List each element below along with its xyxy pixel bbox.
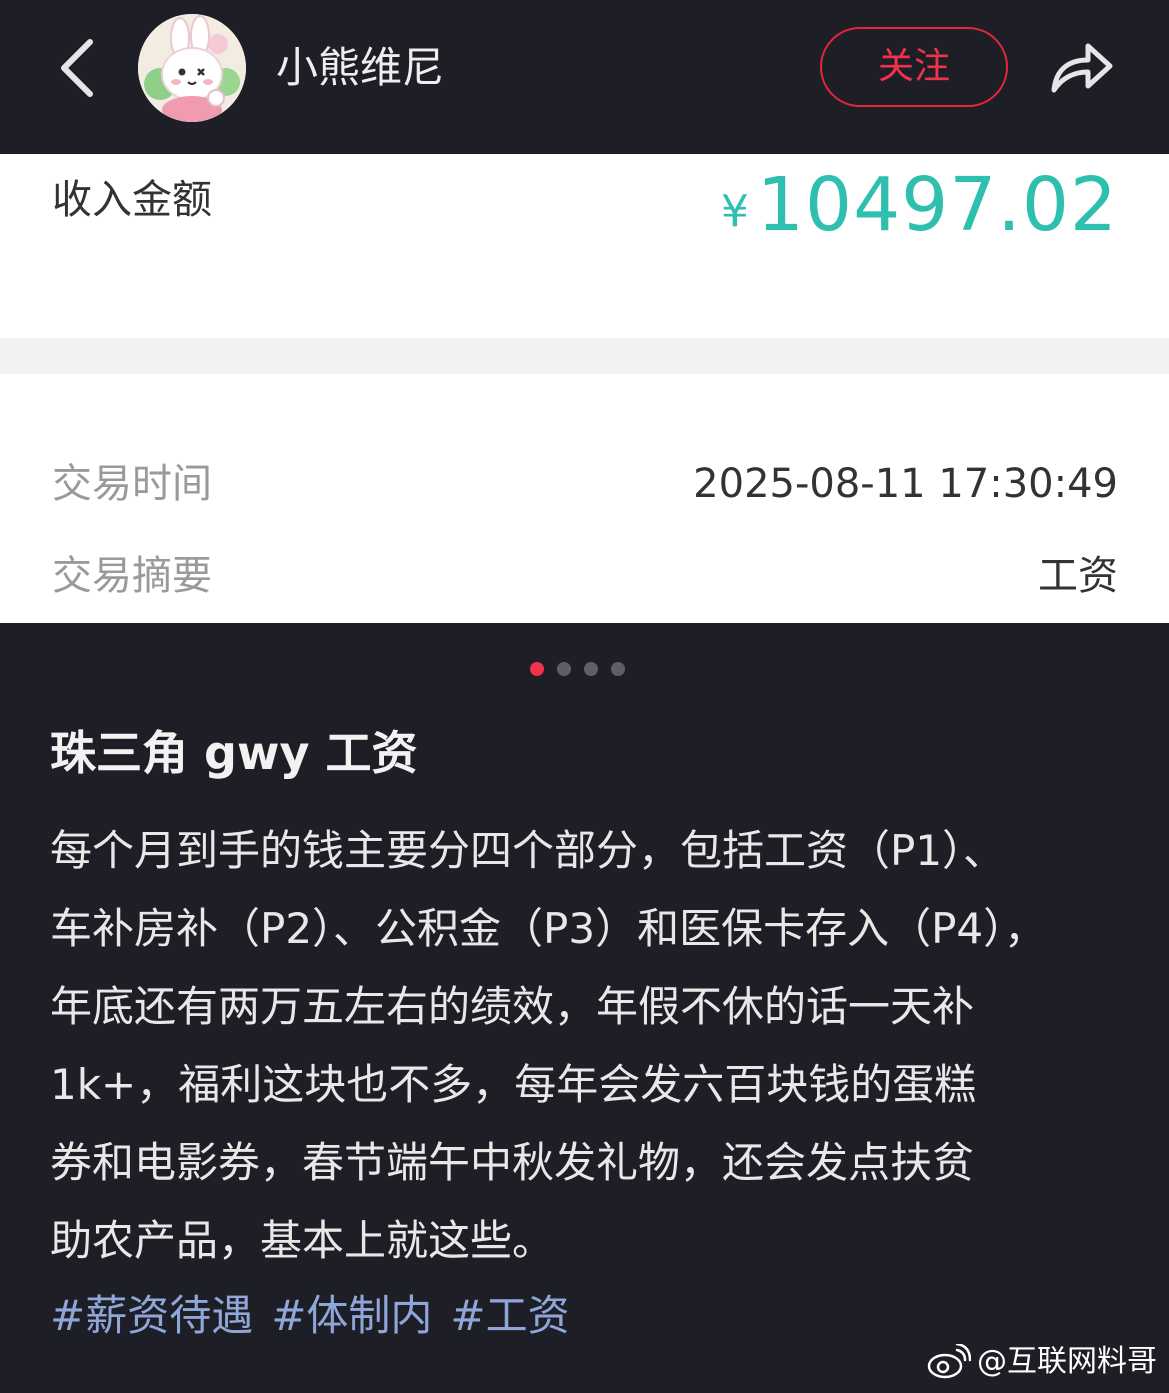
carousel-dot[interactable] bbox=[611, 662, 625, 676]
transaction-time-label: 交易时间 bbox=[52, 461, 212, 507]
currency-symbol: ¥ bbox=[720, 186, 749, 237]
hashtag-salary[interactable]: #工资 bbox=[450, 1286, 569, 1346]
back-arrow-icon bbox=[61, 39, 93, 97]
receipt-image[interactable]: 收入金额 ¥10497.02 交易时间 2025-08-11 17:30:49 … bbox=[0, 154, 1169, 623]
hashtag-salary-benefits[interactable]: #薪资待遇 bbox=[50, 1286, 253, 1346]
hashtag-list: #薪资待遇 #体制内 #工资 bbox=[50, 1286, 570, 1346]
watermark: @互联网料哥 bbox=[927, 1340, 1157, 1384]
post-body-line: 车补房补（P2）、公积金（P3）和医保卡存入（P4）， bbox=[50, 904, 1047, 953]
carousel-dot[interactable] bbox=[584, 662, 598, 676]
post-detail-page: 小熊维尼 关注 收入金额 ¥10497.02 交易时间 2025-08-11 1… bbox=[0, 0, 1169, 1393]
weibo-logo-icon bbox=[927, 1344, 971, 1379]
share-button[interactable] bbox=[1046, 32, 1118, 100]
amount-value: 10497.02 bbox=[756, 162, 1118, 248]
post-title: 珠三角 gwy 工资 bbox=[50, 726, 418, 780]
bunny-avatar-image bbox=[138, 14, 246, 122]
post-body-line: 每个月到手的钱主要分四个部分，包括工资（P1）、 bbox=[50, 826, 1006, 875]
amount-label: 收入金额 bbox=[52, 177, 212, 223]
income-amount: ¥10497.02 bbox=[721, 162, 1118, 248]
section-divider bbox=[0, 338, 1169, 374]
top-bar: 小熊维尼 关注 bbox=[0, 0, 1169, 154]
follow-button[interactable]: 关注 bbox=[820, 27, 1008, 107]
post-body-line: 助农产品，基本上就这些。 bbox=[50, 1216, 555, 1265]
avatar[interactable] bbox=[138, 14, 246, 122]
post-body: 每个月到手的钱主要分四个部分，包括工资（P1）、 车补房补（P2）、公积金（P3… bbox=[50, 812, 1120, 1280]
transaction-summary-label: 交易摘要 bbox=[52, 553, 212, 599]
carousel-dot-active[interactable] bbox=[530, 662, 544, 676]
post-body-line: 券和电影券，春节端午中秋发礼物，还会发点扶贫 bbox=[50, 1138, 975, 1187]
username[interactable]: 小熊维尼 bbox=[276, 40, 444, 96]
carousel-indicator bbox=[530, 662, 625, 676]
post-body-line: 年底还有两万五左右的绩效，年假不休的话一天补 bbox=[50, 982, 975, 1031]
back-button[interactable] bbox=[48, 32, 104, 104]
share-icon bbox=[1051, 43, 1113, 93]
transaction-time-value: 2025-08-11 17:30:49 bbox=[693, 461, 1118, 507]
post-body-line: 1k+，福利这块也不多，每年会发六百块钱的蛋糕 bbox=[50, 1060, 977, 1109]
carousel-dot[interactable] bbox=[557, 662, 571, 676]
transaction-summary-value: 工资 bbox=[1038, 553, 1118, 599]
hashtag-within-system[interactable]: #体制内 bbox=[271, 1286, 432, 1346]
watermark-text: @互联网料哥 bbox=[977, 1344, 1157, 1379]
